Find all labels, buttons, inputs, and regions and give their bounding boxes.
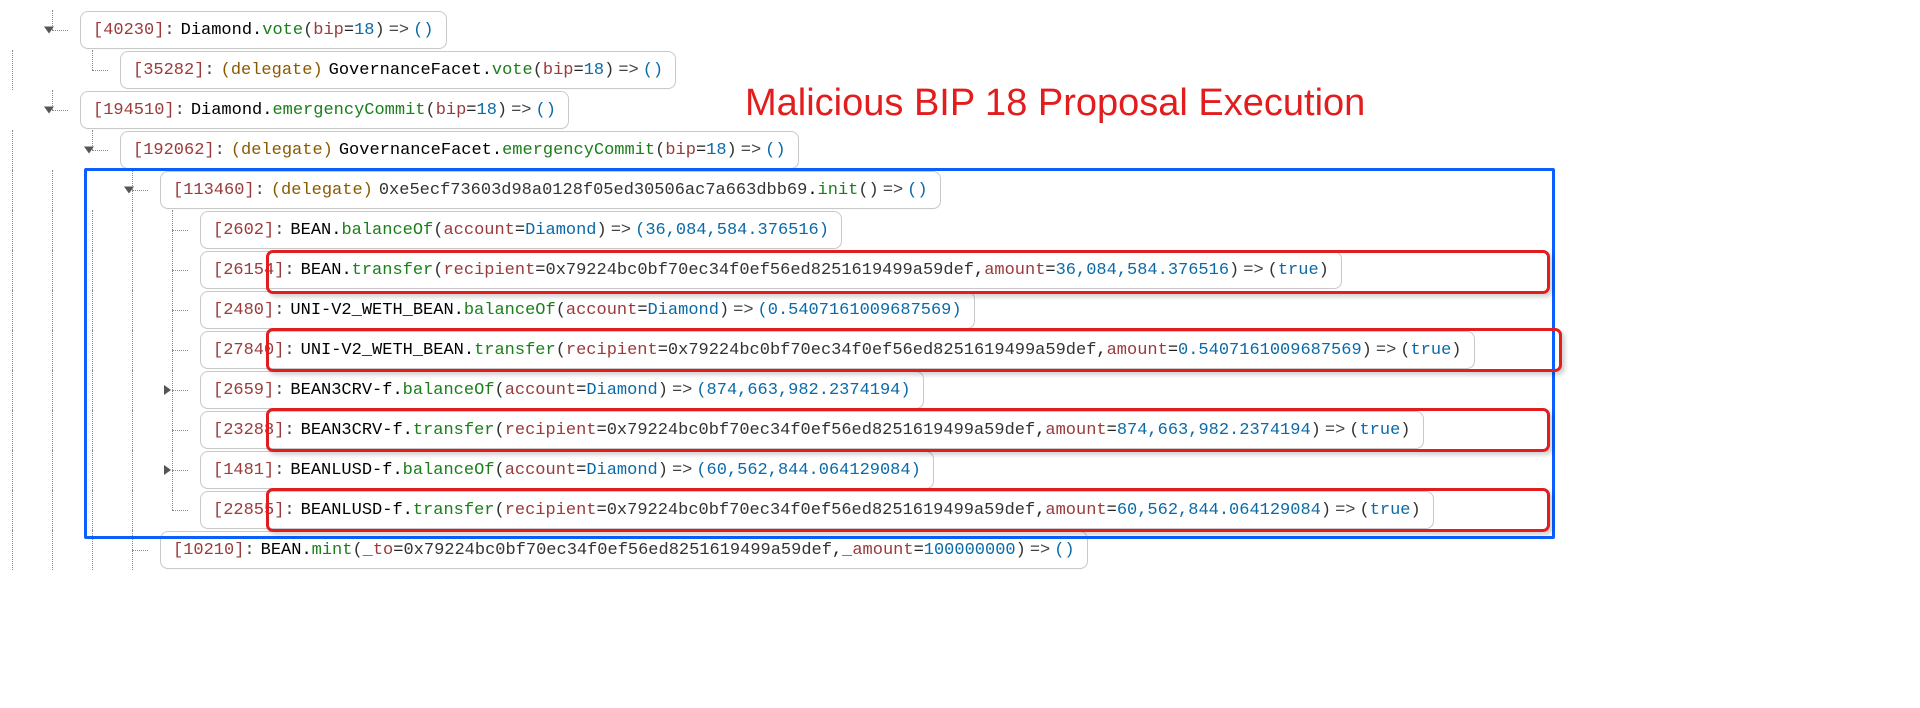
trace-row[interactable]: [10210] BEAN.mint(_to=0x79224bc0bf70ec34… xyxy=(0,530,1920,570)
tree-toggle-icon[interactable] xyxy=(164,385,171,395)
call-pill[interactable]: [113460] (delegate) 0xe5ecf73603d98a0128… xyxy=(160,171,941,209)
trace-row[interactable]: [27840] UNI-V2_WETH_BEAN.transfer(recipi… xyxy=(0,330,1920,370)
trace-row[interactable]: [26154] BEAN.transfer(recipient=0x79224b… xyxy=(0,250,1920,290)
call-pill[interactable]: [2602] BEAN.balanceOf(account=Diamond) =… xyxy=(200,211,842,249)
call-pill[interactable]: [2659] BEAN3CRV-f.balanceOf(account=Diam… xyxy=(200,371,924,409)
call-pill[interactable]: [26154] BEAN.transfer(recipient=0x79224b… xyxy=(200,251,1342,289)
tree-toggle-icon[interactable] xyxy=(44,27,54,34)
gas-cost: [40230] xyxy=(93,21,164,40)
trace-row[interactable]: [2602] BEAN.balanceOf(account=Diamond) =… xyxy=(0,210,1920,250)
call-pill[interactable]: [22855] BEANLUSD-f.transfer(recipient=0x… xyxy=(200,491,1434,529)
trace-row[interactable]: [22855] BEANLUSD-f.transfer(recipient=0x… xyxy=(0,490,1920,530)
trace-row[interactable]: [2659] BEAN3CRV-f.balanceOf(account=Diam… xyxy=(0,370,1920,410)
call-pill[interactable]: [2480] UNI-V2_WETH_BEAN.balanceOf(accoun… xyxy=(200,291,975,329)
tree-toggle-icon[interactable] xyxy=(84,147,94,154)
trace-row[interactable]: [2480] UNI-V2_WETH_BEAN.balanceOf(accoun… xyxy=(0,290,1920,330)
trace-row[interactable]: [40230] Diamond.vote(bip=18) => () xyxy=(0,10,1920,50)
call-pill[interactable]: [10210] BEAN.mint(_to=0x79224bc0bf70ec34… xyxy=(160,531,1088,569)
annotation-label: Malicious BIP 18 Proposal Execution xyxy=(745,82,1365,125)
trace-row[interactable]: [1481] BEANLUSD-f.balanceOf(account=Diam… xyxy=(0,450,1920,490)
call-pill[interactable]: [1481] BEANLUSD-f.balanceOf(account=Diam… xyxy=(200,451,934,489)
call-pill[interactable]: [192062] (delegate) GovernanceFacet.emer… xyxy=(120,131,799,169)
trace-viewport: { "annotation": "Malicious BIP 18 Propos… xyxy=(0,0,1920,708)
tree-toggle-icon[interactable] xyxy=(44,107,54,114)
trace-row[interactable]: [192062] (delegate) GovernanceFacet.emer… xyxy=(0,130,1920,170)
call-pill[interactable]: [23288] BEAN3CRV-f.transfer(recipient=0x… xyxy=(200,411,1424,449)
call-pill[interactable]: [40230] Diamond.vote(bip=18) => () xyxy=(80,11,447,49)
tree-toggle-icon[interactable] xyxy=(124,187,134,194)
call-pill[interactable]: [194510] Diamond.emergencyCommit(bip=18)… xyxy=(80,91,569,129)
call-pill[interactable]: [35282] (delegate) GovernanceFacet.vote(… xyxy=(120,51,676,89)
trace-row[interactable]: [23288] BEAN3CRV-f.transfer(recipient=0x… xyxy=(0,410,1920,450)
tree-toggle-icon[interactable] xyxy=(164,465,171,475)
trace-row[interactable]: [113460] (delegate) 0xe5ecf73603d98a0128… xyxy=(0,170,1920,210)
call-pill[interactable]: [27840] UNI-V2_WETH_BEAN.transfer(recipi… xyxy=(200,331,1475,369)
